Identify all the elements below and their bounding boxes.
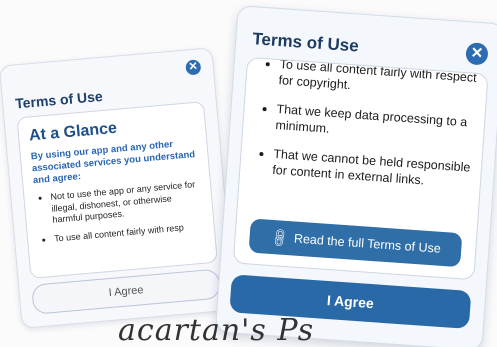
dialog-title: Terms of Use: [14, 87, 104, 112]
terms-dialog-front: Terms of Use ✕ To use all content fairly…: [214, 5, 497, 347]
terms-list: Not to use the app or any service for il…: [24, 178, 214, 247]
read-full-terms-button[interactable]: 🔗︎ Read the full Terms of Use: [248, 218, 463, 268]
close-icon[interactable]: ✕: [185, 59, 202, 76]
terms-dialog-back: Terms of Use ✕ At a Glance By using our …: [0, 47, 236, 329]
link-icon: 🔗︎: [267, 225, 292, 250]
terms-list: To use all content fairly with respect f…: [240, 57, 488, 193]
screenshot-stage: Terms of Use ✕ At a Glance By using our …: [0, 0, 497, 347]
summary-intro: By using our app and any other associate…: [30, 138, 196, 187]
dialog-title: Terms of Use: [251, 29, 360, 56]
list-item: To use all content fairly with respect f…: [278, 57, 478, 102]
handwritten-caption: acartan's Ps: [118, 313, 315, 347]
read-full-terms-label: Read the full Terms of Use: [293, 231, 442, 256]
list-item: That we keep data processing to a minimu…: [275, 101, 475, 147]
close-icon[interactable]: ✕: [465, 42, 489, 66]
list-item: Not to use the app or any service for il…: [50, 179, 202, 226]
terms-scroll-panel[interactable]: To use all content fairly with respect f…: [232, 56, 489, 281]
terms-summary-panel: At a Glance By using our app and any oth…: [16, 101, 218, 279]
list-item: That we cannot be held responsible for c…: [272, 146, 472, 192]
